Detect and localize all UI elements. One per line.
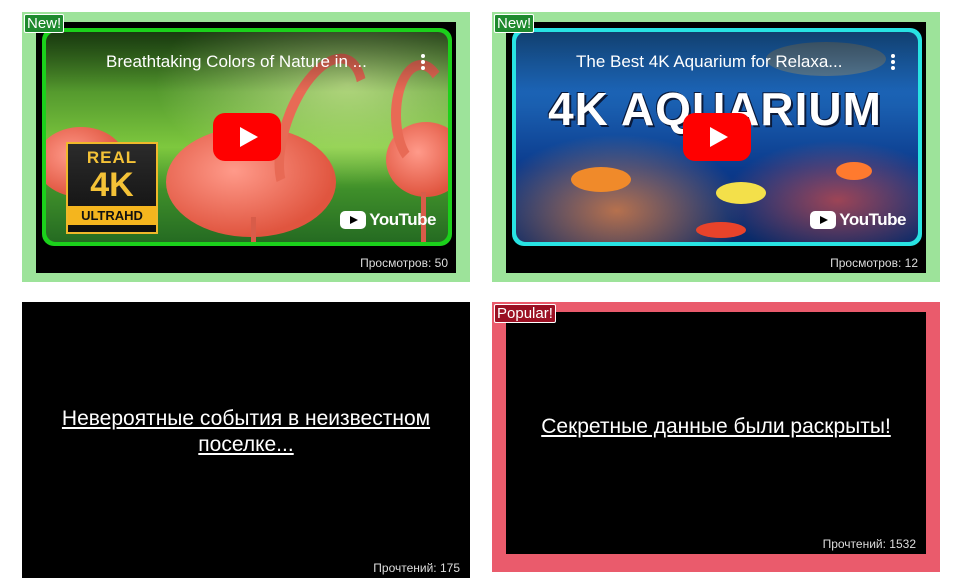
youtube-logo-icon[interactable]: YouTube — [340, 210, 436, 230]
view-count: Просмотров: 12 — [830, 256, 918, 270]
article-card-secret-data[interactable]: Popular! Секретные данные были раскрыты!… — [492, 302, 940, 572]
real-4k-logo: REAL 4K ULTRAHD — [66, 142, 158, 234]
more-vert-icon[interactable] — [890, 54, 896, 72]
read-count: Прочтений: 1532 — [822, 537, 916, 551]
fish-shape — [696, 222, 746, 238]
youtube-logo-icon[interactable]: YouTube — [810, 210, 906, 230]
youtube-label: YouTube — [839, 210, 906, 229]
view-count: Просмотров: 50 — [360, 256, 448, 270]
article-card-unknown-village[interactable]: Невероятные события в неизвестном поселк… — [22, 302, 470, 578]
video-card-nature[interactable]: New! Breathtaking Colors of Nature in ..… — [22, 12, 470, 282]
more-vert-icon[interactable] — [420, 54, 426, 72]
fish-shape — [716, 182, 766, 204]
fish-shape — [836, 162, 872, 180]
video-title[interactable]: The Best 4K Aquarium for Relaxa... — [576, 52, 866, 72]
logo-line-2: 4K — [90, 166, 134, 204]
popular-badge: Popular! — [494, 304, 556, 323]
play-icon[interactable] — [683, 113, 751, 161]
youtube-label: YouTube — [369, 210, 436, 229]
video-title[interactable]: Breathtaking Colors of Nature in ... — [106, 52, 396, 72]
article-frame: Секретные данные были раскрыты! Прочтени… — [506, 312, 926, 554]
article-headline-link[interactable]: Невероятные события в неизвестном поселк… — [22, 406, 470, 458]
article-headline-link[interactable]: Секретные данные были раскрыты! — [506, 414, 926, 440]
youtube-mini-icon — [340, 211, 367, 229]
video-thumbnail[interactable]: The Best 4K Aquarium for Relaxa... 4K AQ… — [516, 32, 918, 242]
flamingo-leg — [251, 217, 256, 242]
play-icon[interactable] — [213, 113, 281, 161]
video-player-frame: The Best 4K Aquarium for Relaxa... 4K AQ… — [506, 22, 926, 273]
read-count: Прочтений: 175 — [373, 561, 460, 575]
new-badge: New! — [494, 14, 535, 33]
fish-shape — [571, 167, 631, 192]
new-badge: New! — [24, 14, 65, 33]
logo-line-3: ULTRAHD — [68, 206, 156, 225]
video-card-aquarium[interactable]: New! The Best 4K Aquarium for Relaxa... … — [492, 12, 940, 282]
youtube-mini-icon — [810, 211, 837, 229]
logo-line-1: REAL — [86, 148, 138, 167]
video-player-frame: Breathtaking Colors of Nature in ... REA… — [36, 22, 456, 273]
video-thumbnail[interactable]: Breathtaking Colors of Nature in ... REA… — [46, 32, 448, 242]
